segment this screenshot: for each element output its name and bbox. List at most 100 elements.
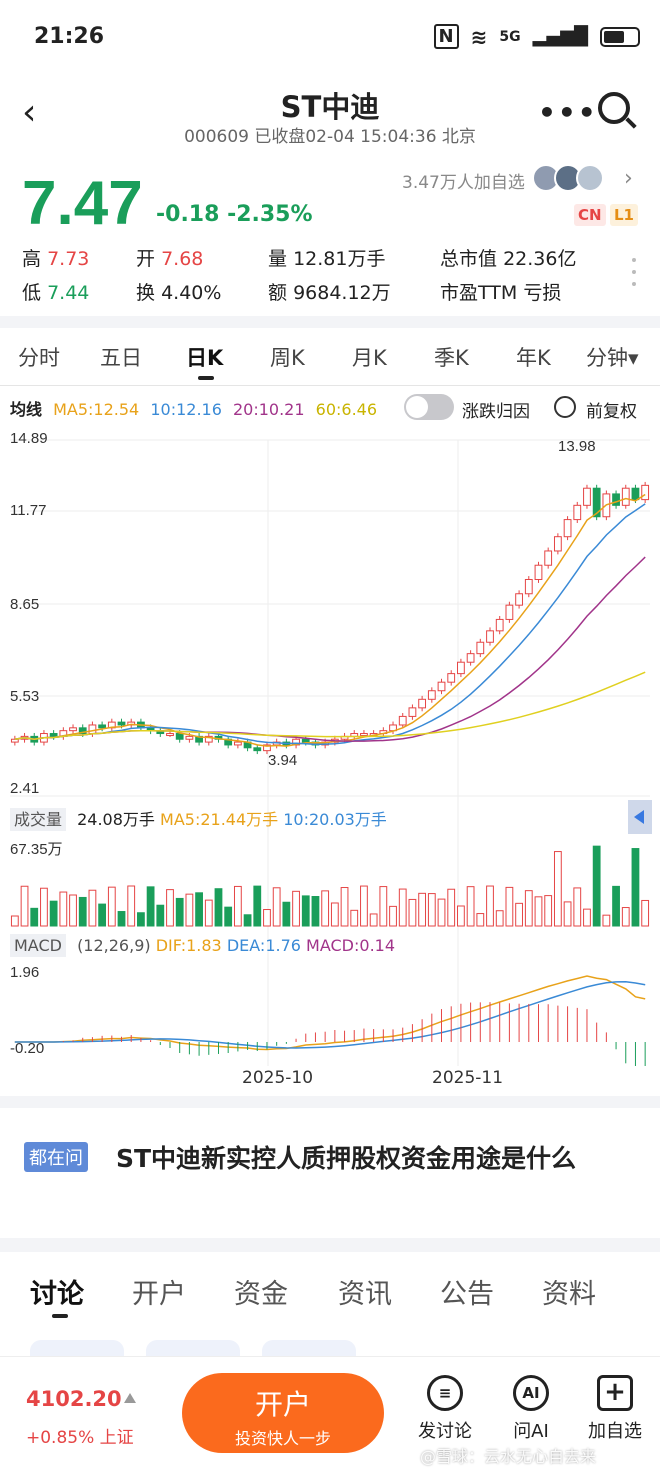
tab-daily-k[interactable]: 日K: [186, 342, 223, 372]
tab-funds[interactable]: 资金: [234, 1272, 288, 1311]
volume-bar: [88, 889, 97, 927]
candle-body: [515, 593, 523, 606]
ask-ai-label: 问AI: [513, 1421, 549, 1442]
macd-value: MACD:0.14: [306, 936, 396, 955]
volume-bar: [146, 886, 155, 927]
market-tag-cn: CN: [574, 204, 606, 226]
wifi-icon: ≋: [470, 24, 488, 49]
section-divider: [0, 1238, 660, 1252]
volume-bar: [292, 890, 300, 927]
chevron-right-icon[interactable]: ›: [624, 166, 633, 191]
volume-bar: [379, 886, 388, 927]
kline-chart[interactable]: [0, 426, 660, 1066]
candle-body: [10, 738, 19, 743]
index-change[interactable]: +0.85% 上证: [26, 1423, 134, 1448]
active-tab-indicator: [198, 376, 214, 380]
add-watchlist-button[interactable]: + 加自选: [580, 1375, 650, 1443]
volume-bar: [418, 892, 427, 927]
volume-bar: [330, 902, 339, 927]
tab-announcements[interactable]: 公告: [440, 1272, 494, 1311]
macd-dea: DEA:1.76: [226, 936, 301, 955]
tab-five-day[interactable]: 五日: [100, 342, 142, 372]
candle-body: [486, 630, 494, 643]
volume-bar: [98, 903, 107, 927]
candle-body: [49, 733, 58, 737]
tab-intraday[interactable]: 分时: [18, 342, 60, 372]
stat-low: 低 7.44: [22, 282, 90, 304]
collapse-panel-button[interactable]: [628, 800, 652, 834]
volume-bar: [175, 897, 184, 927]
candle-body: [117, 721, 126, 726]
tab-yearly-k[interactable]: 年K: [516, 342, 551, 372]
volume-bar: [476, 913, 485, 927]
ma20-line: [14, 556, 646, 742]
index-value[interactable]: 4102.20: [26, 1387, 122, 1411]
candle-body: [166, 733, 174, 737]
watchers-count[interactable]: 3.47万人加自选: [402, 168, 525, 193]
signal-icon: ▂▄▆█: [532, 26, 588, 47]
ma60-value: 60:6.46: [315, 400, 378, 419]
tab-discussion[interactable]: 讨论: [30, 1272, 84, 1311]
volume-bar: [10, 915, 19, 927]
volume-bar: [631, 848, 640, 927]
candle-body: [466, 653, 475, 663]
volume-bar: [612, 885, 620, 927]
post-discussion-button[interactable]: ≡ 发讨论: [410, 1375, 480, 1443]
open-account-sub: 投资快人一步: [234, 1429, 331, 1448]
open-account-button[interactable]: 开户 投资快人一步: [182, 1373, 384, 1453]
tab-quarterly-k[interactable]: 季K: [434, 342, 469, 372]
candle-body: [408, 707, 417, 717]
expand-stats-icon[interactable]: [632, 258, 636, 294]
candle-body: [185, 735, 194, 740]
candle-body: [427, 690, 436, 700]
candle-body: [301, 738, 310, 743]
y-tick-label: 14.89: [10, 430, 48, 447]
tab-news[interactable]: 资讯: [338, 1272, 392, 1311]
candle-body: [447, 673, 456, 683]
forward-adjust-label[interactable]: 前复权: [586, 397, 637, 422]
stat-amount: 额 9684.12万: [268, 282, 391, 304]
status-icons: N ≋ 5G ▂▄▆█: [433, 24, 640, 49]
section-divider: [0, 1096, 660, 1108]
volume-bar: [69, 894, 77, 927]
ai-icon: AI: [513, 1375, 549, 1411]
candle-body: [544, 550, 553, 566]
volume-bar: [544, 895, 553, 927]
tab-account[interactable]: 开户: [132, 1272, 186, 1311]
candle-body: [457, 661, 465, 675]
tab-weekly-k[interactable]: 周K: [270, 342, 305, 372]
volume-bar: [369, 913, 378, 927]
volume-bar: [214, 888, 223, 927]
question-card-text[interactable]: ST中迪新实控人质押股权资金用途是什么: [24, 1140, 634, 1178]
tab-minute-dropdown[interactable]: 分钟▾: [586, 342, 639, 372]
nfc-icon: N: [433, 24, 459, 49]
level-tag-l1[interactable]: L1: [610, 204, 638, 226]
candle-body: [524, 578, 533, 595]
last-price: 7.47: [22, 169, 143, 238]
y-tick-label: 11.77: [10, 502, 47, 519]
candle-body: [573, 504, 582, 521]
tab-monthly-k[interactable]: 月K: [352, 342, 387, 372]
candle-body: [476, 641, 485, 655]
macd-label[interactable]: MACD: [10, 934, 66, 957]
candle-body: [641, 484, 650, 501]
more-icon[interactable]: •••: [538, 96, 598, 129]
volume-bar: [621, 907, 630, 927]
macd-legend: MACD (12,26,9) DIF:1.83 DEA:1.76 MACD:0.…: [10, 934, 396, 957]
volume-bar: [592, 845, 601, 927]
volume-bar: [583, 908, 591, 927]
adjust-icon[interactable]: [554, 396, 576, 418]
volume-bar: [350, 909, 359, 927]
macd-top-label: 1.96: [10, 964, 40, 981]
watcher-avatars[interactable]: [532, 164, 604, 192]
attribution-toggle[interactable]: [404, 394, 454, 420]
volume-bar: [282, 901, 291, 927]
volume-bar: [437, 898, 446, 927]
search-icon[interactable]: [598, 92, 630, 124]
stat-open: 开 7.68: [136, 248, 204, 270]
volume-bar: [117, 911, 126, 927]
volume-label[interactable]: 成交量: [10, 808, 67, 831]
ask-ai-button[interactable]: AI 问AI: [496, 1375, 566, 1443]
volume-ma5: MA5:21.44万手: [160, 810, 279, 829]
tab-profile[interactable]: 资料: [542, 1272, 596, 1311]
